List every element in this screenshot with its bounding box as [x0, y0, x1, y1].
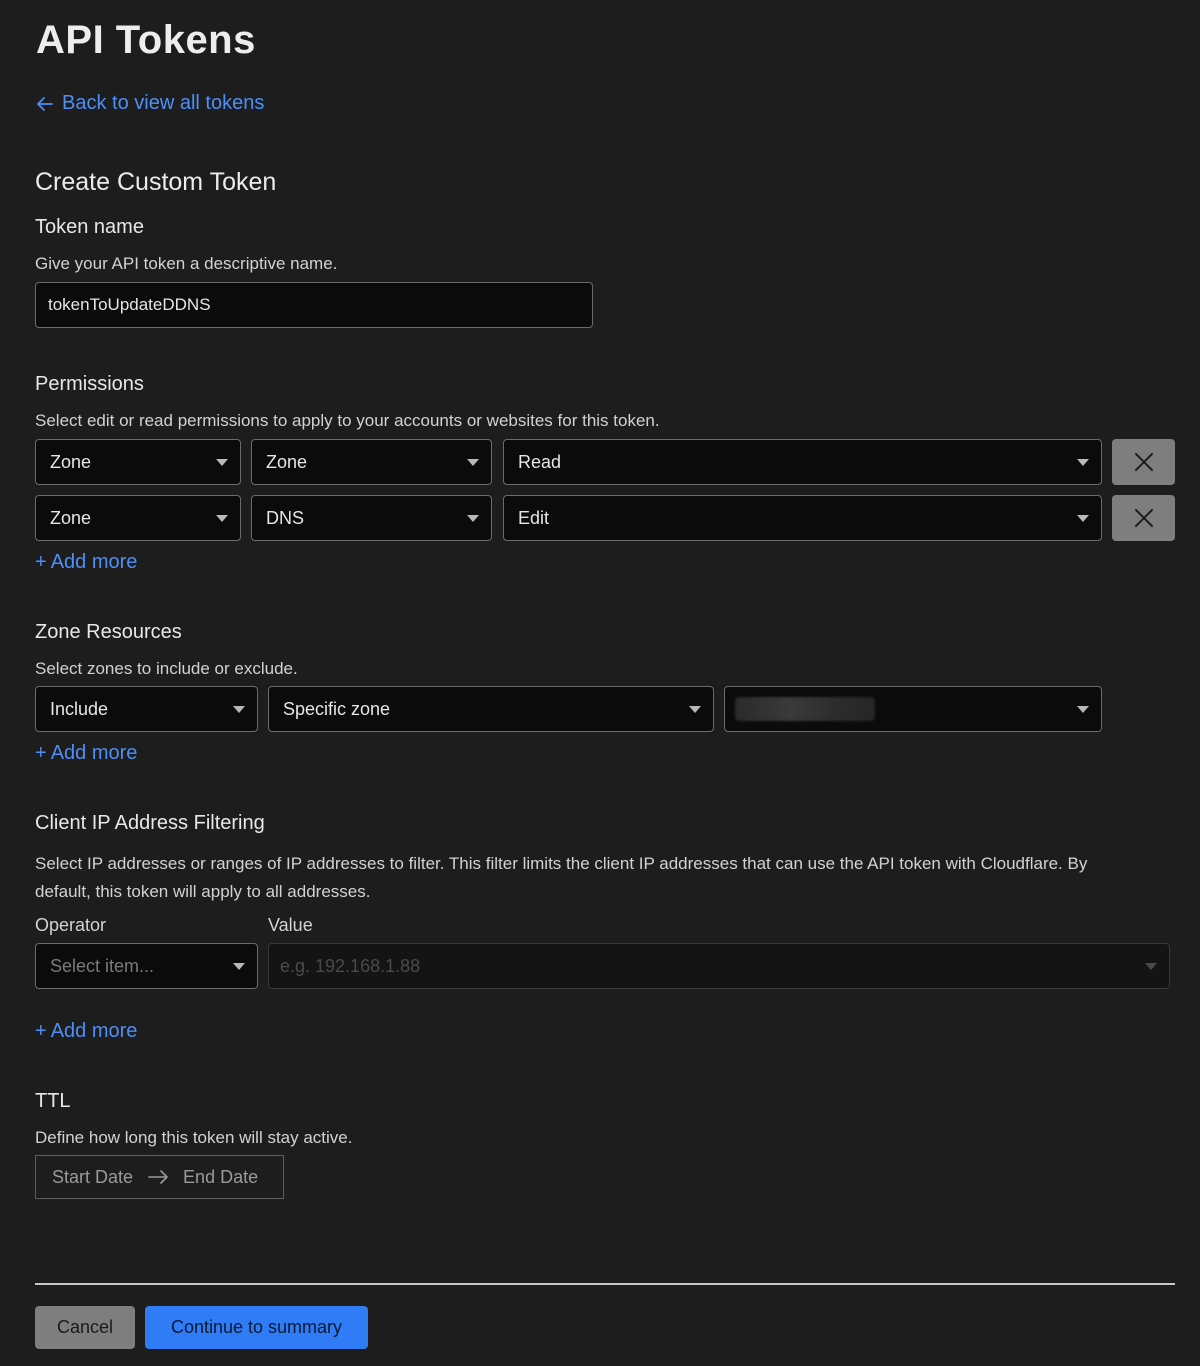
zone-mode-value: Include	[50, 698, 109, 719]
permission-2-scope-value: Zone	[50, 507, 92, 528]
chevron-down-icon	[467, 515, 479, 522]
chevron-down-icon	[216, 515, 228, 522]
zone-resources-description: Select zones to include or exclude.	[35, 659, 298, 678]
chevron-down-icon	[467, 459, 479, 466]
ttl-date-range-picker[interactable]: Start Date End Date	[35, 1155, 284, 1199]
ttl-label: TTL	[35, 1090, 71, 1112]
add-more-label: Add more	[50, 551, 138, 573]
footer-divider	[35, 1283, 1175, 1285]
ip-value-placeholder: e.g. 192.168.1.88	[280, 955, 421, 976]
zone-resources-label: Zone Resources	[35, 621, 182, 643]
arrow-right-icon	[148, 1170, 168, 1184]
token-name-value: tokenToUpdateDDNS	[48, 295, 211, 314]
arrow-left-icon	[37, 96, 53, 111]
value-label: Value	[268, 915, 313, 935]
start-date-placeholder[interactable]: Start Date	[52, 1167, 133, 1188]
token-name-label: Token name	[35, 216, 144, 238]
form-title: Create Custom Token	[35, 168, 277, 196]
operator-select[interactable]: Select item...	[35, 943, 258, 989]
ip-filtering-add-more-link[interactable]: + Add more	[35, 1020, 137, 1043]
permission-1-resource-value: Zone	[266, 451, 308, 472]
permission-2-scope-select[interactable]: Zone	[35, 495, 241, 541]
permission-1-resource-select[interactable]: Zone	[251, 439, 492, 485]
permission-2-access-select[interactable]: Edit	[503, 495, 1102, 541]
add-more-label: Add more	[50, 742, 138, 764]
permission-2-resource-select[interactable]: DNS	[251, 495, 492, 541]
permission-1-scope-value: Zone	[50, 451, 92, 472]
plus-icon: +	[35, 742, 47, 764]
chevron-down-icon	[233, 963, 245, 970]
chevron-down-icon	[233, 706, 245, 713]
permissions-add-more-link[interactable]: + Add more	[35, 551, 137, 574]
permission-2-resource-value: DNS	[266, 507, 305, 528]
chevron-down-icon	[1077, 459, 1089, 466]
ip-filtering-description: Select IP addresses or ranges of IP addr…	[35, 854, 1088, 901]
permissions-label: Permissions	[35, 373, 144, 395]
end-date-placeholder[interactable]: End Date	[183, 1167, 258, 1188]
operator-placeholder: Select item...	[50, 955, 155, 976]
close-icon	[1134, 509, 1153, 527]
zone-select[interactable]	[724, 686, 1102, 732]
remove-permission-1-button[interactable]	[1112, 439, 1175, 485]
close-icon	[1134, 453, 1153, 471]
zone-type-select[interactable]: Specific zone	[268, 686, 714, 732]
add-more-label: Add more	[50, 1020, 138, 1042]
permission-1-scope-select[interactable]: Zone	[35, 439, 241, 485]
permission-1-access-select[interactable]: Read	[503, 439, 1102, 485]
token-name-description: Give your API token a descriptive name.	[35, 254, 338, 273]
zone-type-value: Specific zone	[283, 698, 391, 719]
remove-permission-2-button[interactable]	[1112, 495, 1175, 541]
permissions-description: Select edit or read permissions to apply…	[35, 411, 660, 430]
ip-filtering-label: Client IP Address Filtering	[35, 812, 265, 834]
chevron-down-icon	[689, 706, 701, 713]
page-title: API Tokens	[36, 18, 256, 62]
permission-1-access-value: Read	[518, 451, 562, 472]
chevron-down-icon	[216, 459, 228, 466]
plus-icon: +	[35, 551, 47, 573]
zone-mode-select[interactable]: Include	[35, 686, 258, 732]
zone-resources-add-more-link[interactable]: + Add more	[35, 742, 137, 765]
chevron-down-icon	[1077, 706, 1089, 713]
ttl-description: Define how long this token will stay act…	[35, 1128, 353, 1147]
chevron-down-icon	[1145, 963, 1157, 970]
token-name-input[interactable]: tokenToUpdateDDNS	[35, 282, 593, 328]
operator-label: Operator	[35, 915, 107, 935]
cancel-button[interactable]: Cancel	[35, 1306, 135, 1349]
chevron-down-icon	[1077, 515, 1089, 522]
continue-to-summary-button[interactable]: Continue to summary	[145, 1306, 368, 1349]
back-link-label: Back to view all tokens	[62, 92, 265, 114]
back-to-tokens-link[interactable]: Back to view all tokens	[36, 92, 264, 115]
plus-icon: +	[35, 1020, 47, 1042]
redacted-zone-name	[735, 697, 875, 721]
permission-2-access-value: Edit	[518, 507, 550, 528]
ip-value-select[interactable]: e.g. 192.168.1.88	[268, 943, 1170, 989]
